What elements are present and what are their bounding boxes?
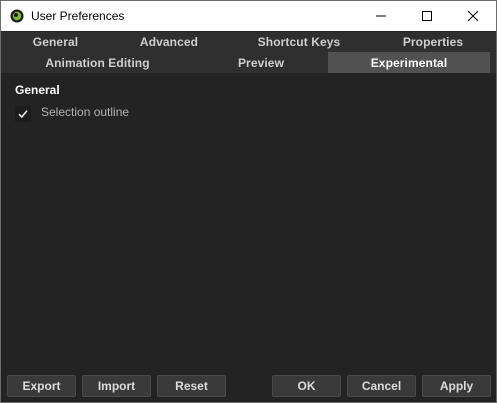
tab-row-bottom: Animation Editing Preview Experimental [1, 52, 496, 73]
tab-experimental[interactable]: Experimental [328, 52, 490, 73]
tab-preview[interactable]: Preview [194, 52, 328, 73]
settings-panel: General Selection outline [1, 73, 496, 369]
tab-general[interactable]: General [1, 32, 110, 52]
selection-outline-checkbox[interactable] [15, 106, 31, 122]
cancel-button[interactable]: Cancel [347, 375, 416, 397]
reset-button[interactable]: Reset [157, 375, 226, 397]
minimize-button[interactable] [358, 1, 404, 31]
section-heading: General [15, 83, 60, 97]
tab-advanced[interactable]: Advanced [110, 32, 228, 52]
tab-row-top: General Advanced Shortcut Keys Propertie… [1, 32, 496, 52]
selection-outline-label: Selection outline [41, 105, 130, 119]
app-logo-icon [10, 9, 24, 23]
checkmark-icon [18, 110, 28, 119]
maximize-button[interactable] [404, 1, 450, 31]
apply-button[interactable]: Apply [422, 375, 491, 397]
export-button[interactable]: Export [7, 375, 76, 397]
minimize-icon [376, 15, 386, 17]
button-bar: Export Import Reset OK Cancel Apply [1, 369, 496, 402]
tab-properties[interactable]: Properties [370, 32, 496, 52]
maximize-icon [422, 11, 432, 21]
window-title: User Preferences [31, 9, 125, 23]
ok-button[interactable]: OK [272, 375, 341, 397]
close-icon [468, 11, 478, 21]
tab-animation-editing[interactable]: Animation Editing [1, 52, 194, 73]
tab-shortcut-keys[interactable]: Shortcut Keys [228, 32, 370, 52]
close-button[interactable] [450, 1, 496, 31]
preferences-window: User Preferences General Advanced Shortc… [0, 0, 497, 403]
import-button[interactable]: Import [82, 375, 151, 397]
title-bar[interactable]: User Preferences [1, 1, 496, 31]
